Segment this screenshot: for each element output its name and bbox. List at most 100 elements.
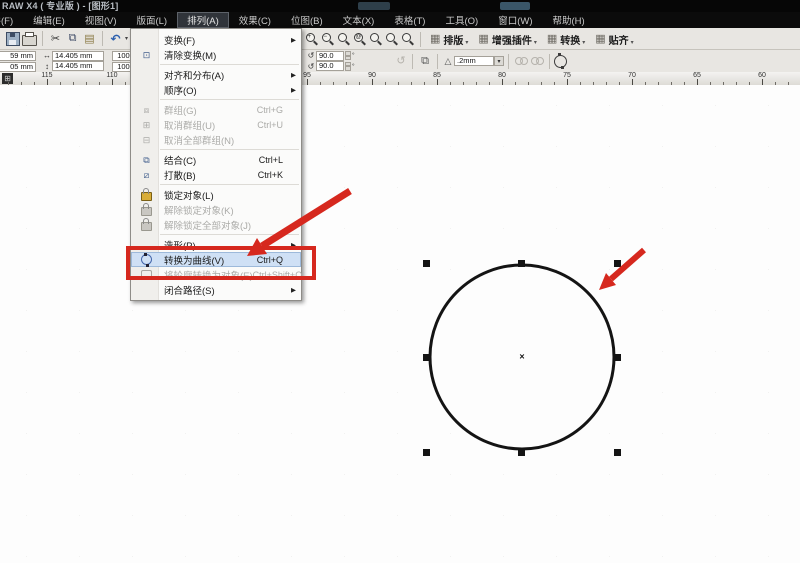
object-center-mark[interactable]: × bbox=[519, 352, 524, 362]
standard-toolbar: ✂ ⧉ ▤ ↶ ▾ +− @ ▦排版▾ ▦增强插件▾ ▦转换▾ ▦贴齐▾ bbox=[0, 28, 800, 50]
outline-width-select[interactable]: .2mm bbox=[454, 56, 494, 66]
ruler-number: 90 bbox=[368, 72, 376, 79]
menubar-item[interactable]: 版面(L) bbox=[126, 12, 177, 28]
menu-item[interactable]: 顺序(O)▶ bbox=[131, 82, 301, 97]
undo-icon: ↶ bbox=[110, 32, 120, 46]
undo-button[interactable]: ↶ bbox=[107, 30, 124, 47]
order-icon[interactable]: ⧉ bbox=[417, 57, 433, 66]
zoom-in-icon[interactable]: + bbox=[305, 32, 319, 46]
selection-handle[interactable] bbox=[614, 260, 621, 267]
menubar-item[interactable]: 排列(A) bbox=[177, 12, 229, 28]
zoom-toolbar: +− @ bbox=[304, 32, 416, 46]
zoom-page-width-icon[interactable] bbox=[385, 32, 399, 46]
height-icon: ↕ bbox=[42, 62, 52, 71]
menubar-item[interactable]: 工具(O) bbox=[435, 12, 488, 28]
unlock-all-icon bbox=[135, 218, 158, 231]
object-size-group: ↔ 14.405 mm ↕ 14.405 mm bbox=[42, 51, 104, 71]
menu-item[interactable]: 变换(F)▶ bbox=[131, 32, 301, 47]
convert-to-curves-icon[interactable] bbox=[554, 55, 567, 68]
zoom-all-icon[interactable] bbox=[369, 32, 383, 46]
menu-shortcut: Ctrl+G bbox=[257, 105, 283, 115]
canvas[interactable] bbox=[0, 85, 800, 563]
object-x-field[interactable]: 59 mm bbox=[0, 51, 36, 61]
titlebar-decoration bbox=[358, 2, 390, 10]
rotate-icon: ↺ bbox=[306, 51, 316, 60]
save-icon bbox=[6, 32, 20, 46]
property-bar: 59 mm 05 mm ↔ 14.405 mm ↕ 14.405 mm 100.… bbox=[0, 50, 800, 73]
cut-button[interactable]: ✂ bbox=[47, 30, 64, 47]
paste-button[interactable]: ▤ bbox=[81, 30, 98, 47]
angle-spinner[interactable] bbox=[345, 51, 351, 60]
selection-handle[interactable] bbox=[614, 354, 621, 361]
menubar-item[interactable]: 视图(V) bbox=[75, 12, 127, 28]
selection-handle[interactable] bbox=[518, 260, 525, 267]
selection-handle[interactable] bbox=[518, 449, 525, 456]
dropdown-arrow-icon: ▾ bbox=[465, 39, 468, 46]
menu-separator bbox=[160, 234, 299, 235]
object-y-field[interactable]: 05 mm bbox=[0, 62, 36, 72]
save-button[interactable] bbox=[4, 30, 21, 47]
mirror-icon: ↺ bbox=[394, 57, 408, 66]
ruler-number: 60 bbox=[758, 72, 766, 79]
cut-icon: ✂ bbox=[51, 32, 60, 45]
link-icon bbox=[515, 57, 527, 65]
menubar-item[interactable]: 窗口(W) bbox=[488, 12, 542, 28]
print-icon bbox=[22, 35, 37, 46]
plugin-button[interactable]: ▦排版▾ bbox=[430, 32, 468, 47]
link-icon bbox=[531, 57, 543, 65]
plugin-button-group: ▦排版▾ ▦增强插件▾ ▦转换▾ ▦贴齐▾ bbox=[425, 32, 639, 47]
ungroup-icon: ⊞ bbox=[135, 120, 158, 130]
ruler-number: 115 bbox=[41, 72, 52, 79]
horizontal-ruler: ⊞ 1151109590858075706560 bbox=[0, 72, 800, 86]
object-height-field[interactable]: 14.405 mm bbox=[52, 61, 104, 71]
undo-dropdown-arrow[interactable]: ▾ bbox=[125, 35, 128, 42]
ruler-number: 80 bbox=[498, 72, 506, 79]
menubar-item[interactable]: 位图(B) bbox=[281, 12, 333, 28]
menu-item: ⧈群组(G)Ctrl+G bbox=[131, 102, 301, 117]
menubar-item[interactable]: 文本(X) bbox=[333, 12, 385, 28]
clear-transform-icon: ⊡ bbox=[135, 50, 158, 60]
print-button[interactable] bbox=[21, 30, 38, 47]
combine-icon: ⧉ bbox=[135, 155, 158, 165]
annotation-highlight-box bbox=[126, 246, 316, 280]
paste-icon: ▤ bbox=[84, 32, 94, 45]
menu-item[interactable]: ⧉结合(C)Ctrl+L bbox=[131, 152, 301, 167]
selection-handle[interactable] bbox=[423, 260, 430, 267]
toolbar-separator bbox=[42, 31, 43, 46]
zoom-out-icon[interactable]: − bbox=[321, 32, 335, 46]
menubar-item[interactable]: 编辑(E) bbox=[23, 12, 75, 28]
selection-handle[interactable] bbox=[423, 449, 430, 456]
submenu-arrow-icon: ▶ bbox=[291, 86, 296, 94]
menubar-item[interactable]: 效果(C) bbox=[229, 12, 281, 28]
menu-separator bbox=[160, 64, 299, 65]
menu-shortcut: Ctrl+L bbox=[259, 155, 283, 165]
menu-item[interactable]: ⧄打散(B)Ctrl+K bbox=[131, 167, 301, 182]
menu-separator bbox=[160, 99, 299, 100]
copy-icon: ⧉ bbox=[69, 32, 77, 45]
zoom-page-height-icon[interactable] bbox=[401, 32, 415, 46]
outline-width-dropdown-arrow[interactable]: ▾ bbox=[494, 56, 504, 66]
menu-item[interactable]: 对齐和分布(A)▶ bbox=[131, 67, 301, 82]
angle-spinner[interactable] bbox=[345, 62, 351, 71]
selection-handle[interactable] bbox=[423, 354, 430, 361]
menubar-item[interactable]: 表格(T) bbox=[384, 12, 435, 28]
object-width-field[interactable]: 14.405 mm bbox=[52, 51, 104, 61]
plugin-button[interactable]: ▦转换▾ bbox=[547, 32, 585, 47]
toolbar-left-group: ✂ ⧉ ▤ ↶ ▾ bbox=[4, 30, 128, 47]
rotation-angle-field-2[interactable]: 90.0 bbox=[316, 61, 344, 71]
selection-handle[interactable] bbox=[614, 449, 621, 456]
dropdown-arrow-icon: ▾ bbox=[631, 39, 634, 46]
toolbar-separator bbox=[102, 31, 103, 46]
menu-item[interactable]: 闭合路径(S)▶ bbox=[131, 282, 301, 297]
plugin-button[interactable]: ▦增强插件▾ bbox=[478, 32, 536, 47]
menu-item[interactable]: ⊡清除变换(M) bbox=[131, 47, 301, 62]
menu-item[interactable]: 锁定对象(L) bbox=[131, 187, 301, 202]
zoom-selected-icon[interactable]: @ bbox=[353, 32, 367, 46]
zoom-actual-icon[interactable] bbox=[337, 32, 351, 46]
rotation-angle-field-1[interactable]: 90.0 bbox=[316, 51, 344, 61]
window-title: RAW X4 ( 专业版 ) - [图形1] bbox=[0, 1, 118, 11]
plugin-button[interactable]: ▦贴齐▾ bbox=[595, 32, 633, 47]
menubar-item[interactable]: 帮助(H) bbox=[542, 12, 594, 28]
menubar-item[interactable]: 文件(F) bbox=[0, 12, 23, 28]
copy-button[interactable]: ⧉ bbox=[64, 30, 81, 47]
